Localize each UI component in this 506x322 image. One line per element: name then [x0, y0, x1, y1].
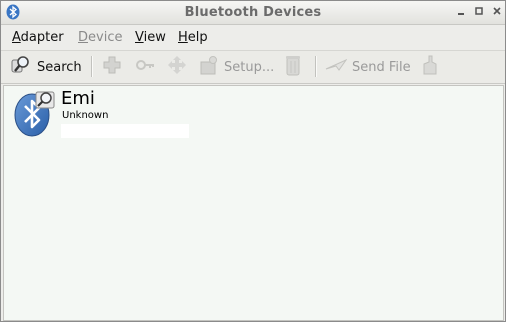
- device-list[interactable]: Emi Unknown: [3, 85, 504, 321]
- toolbar: Search Setup... Send File: [1, 50, 505, 84]
- send-file-label: Send File: [352, 59, 411, 75]
- menu-bar: Adapter Device View Help: [1, 25, 505, 49]
- search-button[interactable]: Search: [10, 51, 82, 83]
- connect-button[interactable]: [166, 51, 188, 83]
- remove-button[interactable]: [284, 51, 302, 83]
- setup-icon: [199, 55, 219, 79]
- toolbar-separator: [91, 56, 93, 77]
- device-row[interactable]: Emi Unknown: [4, 86, 503, 142]
- minimize-button[interactable]: [454, 4, 468, 19]
- trust-button[interactable]: [135, 51, 155, 83]
- browse-button[interactable]: [420, 51, 440, 83]
- trash-icon: [284, 54, 302, 80]
- bluetooth-search-icon: [13, 88, 57, 138]
- send-file-button[interactable]: Send File: [325, 51, 411, 83]
- browse-device-icon: [420, 54, 440, 80]
- search-label: Search: [37, 59, 82, 75]
- search-icon: [10, 54, 32, 80]
- close-button[interactable]: [490, 4, 504, 19]
- send-file-icon: [325, 55, 348, 79]
- device-type: Unknown: [62, 110, 109, 121]
- menu-adapter[interactable]: Adapter: [12, 30, 64, 45]
- key-icon: [135, 55, 155, 79]
- device-name: Emi: [61, 88, 95, 109]
- bluetooth-devices-window: Bluetooth Devices Adapter Device View He…: [0, 0, 506, 322]
- setup-button[interactable]: Setup...: [199, 51, 274, 83]
- device-status-bar: [61, 124, 189, 138]
- add-icon: [102, 55, 122, 79]
- setup-label: Setup...: [224, 59, 275, 75]
- arrows-icon: [166, 55, 188, 79]
- menu-device[interactable]: Device: [78, 30, 122, 45]
- menu-view[interactable]: View: [135, 30, 166, 45]
- toolbar-separator: [315, 56, 317, 77]
- title-bar[interactable]: Bluetooth Devices: [1, 1, 505, 25]
- menu-help[interactable]: Help: [178, 30, 208, 45]
- pair-button[interactable]: [102, 51, 122, 83]
- maximize-button[interactable]: [472, 4, 486, 19]
- window-title: Bluetooth Devices: [184, 5, 322, 20]
